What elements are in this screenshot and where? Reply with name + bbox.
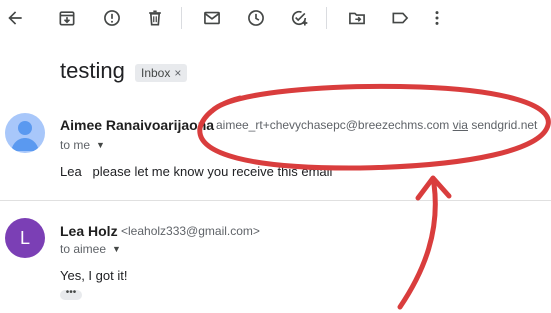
- recipient-line[interactable]: to aimee ▼: [60, 242, 121, 256]
- chevron-down-icon[interactable]: ▼: [112, 244, 121, 254]
- annotation-arrow: [397, 181, 438, 310]
- annotation-arrowhead: [415, 175, 452, 201]
- sender-name[interactable]: Aimee Ranaivoarijaona: [60, 117, 214, 133]
- via-link[interactable]: via: [453, 118, 468, 132]
- show-trimmed-content-button[interactable]: •••: [60, 288, 82, 300]
- person-icon: [11, 121, 39, 151]
- message-toolbar: [0, 0, 551, 36]
- archive-icon[interactable]: [55, 6, 79, 30]
- move-to-icon[interactable]: [345, 6, 369, 30]
- recipient-text: to me: [60, 138, 91, 152]
- more-options-icon[interactable]: [425, 6, 449, 30]
- delete-icon[interactable]: [143, 6, 167, 30]
- message-body: Yes, I got it!: [60, 268, 128, 283]
- avatar[interactable]: L: [5, 218, 45, 258]
- back-arrow-icon[interactable]: [3, 6, 27, 30]
- inbox-label-chip: Inbox ×: [135, 64, 188, 82]
- sender-email: <leaholz333@gmail.com>: [121, 224, 260, 238]
- label-icon[interactable]: [388, 6, 412, 30]
- via-domain: sendgrid.net: [471, 118, 538, 132]
- report-spam-icon[interactable]: [100, 6, 124, 30]
- snooze-icon[interactable]: [244, 6, 268, 30]
- annotation-overlay: [197, 83, 551, 310]
- toolbar-divider: [181, 7, 182, 29]
- mark-unread-icon[interactable]: [200, 6, 224, 30]
- toolbar-divider: [326, 7, 327, 29]
- recipient-line[interactable]: to me ▼: [60, 138, 105, 152]
- message-divider: [0, 200, 551, 201]
- email-subject: testing: [60, 58, 125, 83]
- avatar[interactable]: [5, 113, 45, 153]
- label-chip-text: Inbox: [141, 66, 171, 80]
- remove-label-icon[interactable]: ×: [174, 66, 181, 80]
- sender-address: aimee_rt+chevychasepc@breezechms.com via…: [216, 118, 537, 132]
- recipient-text: to aimee: [60, 242, 107, 256]
- message-body: Lea please let me know you receive this …: [60, 164, 333, 179]
- sender-name[interactable]: Lea Holz: [60, 223, 118, 239]
- chevron-down-icon[interactable]: ▼: [96, 140, 105, 150]
- add-task-icon[interactable]: [287, 6, 311, 30]
- sender-email: aimee_rt+chevychasepc@breezechms.com: [216, 118, 450, 132]
